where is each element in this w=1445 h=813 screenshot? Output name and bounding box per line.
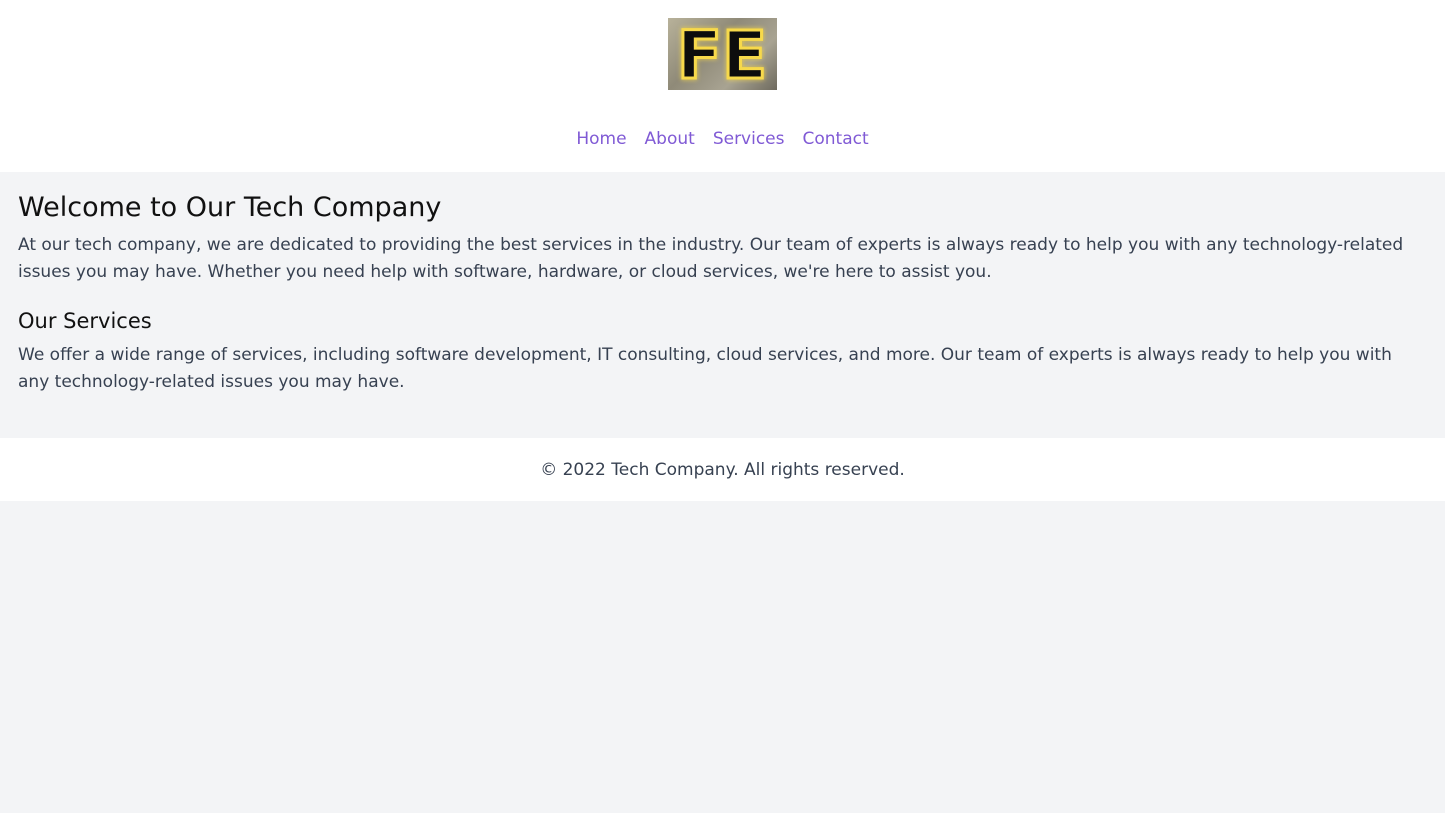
nav-home-link[interactable]: Home: [576, 126, 626, 152]
nav-services-link[interactable]: Services: [713, 126, 785, 152]
logo-image: FE: [675, 18, 768, 90]
main-nav: Home About Services Contact: [0, 126, 1445, 152]
site-header: FE Home About Services Contact: [0, 0, 1445, 172]
services-paragraph: We offer a wide range of services, inclu…: [18, 345, 1392, 392]
nav-about-link[interactable]: About: [645, 126, 695, 152]
copyright-text: © 2022 Tech Company. All rights reserved…: [540, 459, 905, 480]
intro-paragraph: At our tech company, we are dedicated to…: [18, 235, 1404, 282]
logo-text: FE: [677, 18, 767, 90]
logo[interactable]: FE: [668, 18, 777, 90]
site-footer: © 2022 Tech Company. All rights reserved…: [0, 438, 1445, 501]
services-heading: Our Services: [18, 309, 152, 333]
nav-contact-link[interactable]: Contact: [803, 126, 869, 152]
page-title: Welcome to Our Tech Company: [18, 192, 442, 223]
main-content: Welcome to Our Tech Company At our tech …: [0, 172, 1445, 438]
